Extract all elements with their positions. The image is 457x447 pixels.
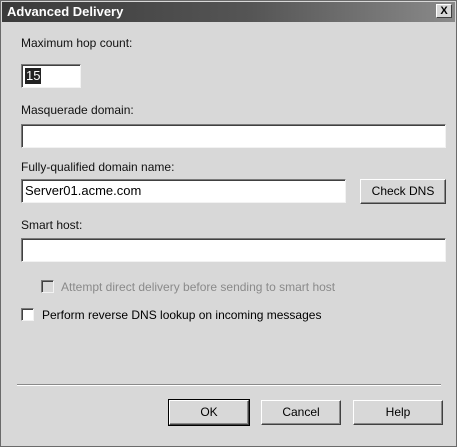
check-dns-button[interactable]: Check DNS: [360, 179, 446, 204]
masquerade-domain-input[interactable]: [21, 124, 446, 148]
ok-button[interactable]: OK: [168, 399, 250, 426]
close-icon: X: [440, 5, 448, 17]
title-bar[interactable]: Advanced Delivery X: [2, 2, 455, 22]
window-title: Advanced Delivery: [7, 4, 124, 19]
fqdn-input[interactable]: Server01.acme.com: [21, 179, 346, 203]
max-hop-count-label: Maximum hop count:: [21, 36, 133, 50]
fqdn-label: Fully-qualified domain name:: [21, 160, 175, 174]
close-button[interactable]: X: [436, 4, 452, 18]
cancel-button[interactable]: Cancel: [261, 400, 341, 425]
reverse-dns-label: Perform reverse DNS lookup on incoming m…: [42, 308, 322, 322]
direct-delivery-label: Attempt direct delivery before sending t…: [61, 280, 336, 294]
masquerade-domain-label: Masquerade domain:: [21, 103, 134, 117]
smart-host-label: Smart host:: [21, 218, 83, 232]
help-button[interactable]: Help: [353, 400, 443, 425]
smart-host-input[interactable]: [21, 238, 446, 262]
reverse-dns-checkbox[interactable]: [21, 308, 34, 321]
direct-delivery-checkbox[interactable]: [41, 280, 54, 293]
max-hop-count-value: 15: [25, 68, 42, 84]
advanced-delivery-dialog: Advanced Delivery X Maximum hop count: 1…: [0, 0, 457, 447]
max-hop-count-input[interactable]: 15: [21, 64, 81, 88]
divider: [17, 384, 441, 386]
